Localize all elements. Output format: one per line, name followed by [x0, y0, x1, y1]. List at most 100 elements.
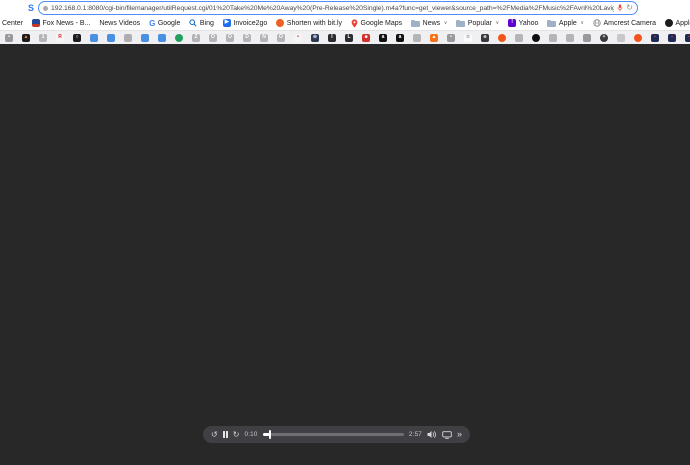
tab-favicon[interactable]: ▪: [668, 33, 676, 42]
mic-icon[interactable]: [617, 4, 623, 12]
tab-favicon[interactable]: Z: [192, 33, 200, 42]
bookmark-favicon: [665, 19, 673, 27]
tab-favicon[interactable]: [566, 33, 574, 42]
pip-display-icon[interactable]: [442, 430, 452, 439]
tab-favicon[interactable]: [549, 33, 557, 42]
progress-bar[interactable]: [262, 430, 404, 439]
bookmark-label: Shorten with bit.ly: [286, 19, 343, 27]
bookmark-item[interactable]: Popular ∨: [456, 19, 499, 27]
tab-favicon[interactable]: [532, 33, 540, 42]
bookmark-item[interactable]: Apple ∨: [547, 19, 584, 27]
tab-favicon[interactable]: [583, 33, 591, 42]
bookmark-item[interactable]: Shorten with bit.ly: [276, 19, 342, 27]
tab-favicon[interactable]: L: [345, 33, 353, 42]
tab-favicon[interactable]: [158, 33, 166, 42]
bookmark-favicon: [276, 19, 285, 27]
bookmark-label: Bing: [199, 19, 214, 27]
tab-favicon[interactable]: ▪: [651, 33, 659, 42]
tab-favicon[interactable]: ☻: [481, 33, 489, 42]
bookmark-item[interactable]: Fox News - B...: [32, 19, 90, 27]
chevron-down-icon: ∨: [580, 20, 584, 26]
tab-favicon[interactable]: [124, 33, 132, 42]
bookmark-label: Yahoo: [518, 19, 539, 27]
fox-news-icon: [32, 19, 41, 27]
volume-icon[interactable]: [427, 430, 437, 439]
tab-favicon[interactable]: ✦: [600, 33, 608, 42]
tab-favicon[interactable]: [515, 33, 523, 42]
tab-favicon[interactable]: [617, 33, 625, 42]
bookmark-label: Google: [157, 19, 181, 27]
elapsed-time: 0:10: [244, 431, 258, 438]
map-pin-icon: [351, 18, 358, 28]
bookmark-item[interactable]: ▶ Invoice2go: [222, 19, 268, 27]
progress-thumb[interactable]: [269, 430, 272, 439]
bookmark-label: Popular: [467, 19, 492, 27]
tab-favicon[interactable]: a: [396, 33, 404, 42]
bookmark-item[interactable]: Bing: [189, 19, 214, 27]
tab-favicon[interactable]: ▪: [685, 33, 690, 42]
folder-icon: [411, 19, 421, 27]
bookmark-item[interactable]: Apple: [665, 19, 690, 27]
tab-favicon[interactable]: N: [260, 33, 268, 42]
google-icon: G: [149, 18, 156, 28]
bookmark-favicon: !: [508, 19, 517, 27]
seek-forward-button[interactable]: ↻: [233, 430, 240, 439]
tab-favicon[interactable]: •: [447, 33, 455, 42]
tab-favicon[interactable]: D: [243, 33, 251, 42]
bookmark-label: News Videos: [99, 19, 141, 27]
bookmark-item[interactable]: G Google: [149, 19, 180, 28]
tab-favicon[interactable]: [90, 33, 98, 42]
bookmark-label: Apple: [558, 19, 577, 27]
tab-favicon[interactable]: [175, 33, 183, 42]
tab-favicon[interactable]: ▲: [22, 33, 30, 42]
tab-favicon[interactable]: 1: [39, 33, 47, 42]
more-controls-icon[interactable]: »: [457, 429, 462, 439]
bookmark-item[interactable]: ! Yahoo: [508, 19, 538, 27]
pause-button[interactable]: [222, 431, 228, 438]
bookmark-label: Apple: [675, 19, 690, 27]
bookmark-item[interactable]: News ∨: [411, 19, 447, 27]
tab-favicon[interactable]: [413, 33, 421, 42]
tab-favicon[interactable]: O: [209, 33, 217, 42]
tab-favicon[interactable]: [107, 33, 115, 42]
tab-favicon[interactable]: ⊕: [311, 33, 319, 42]
site-lock-icon: [43, 5, 48, 11]
browser-titlebar: S 192.168.0.1:8080/cgi-bin/filemanager/u…: [0, 0, 690, 16]
bookmark-label: Google Maps: [360, 19, 403, 27]
tab-favicon[interactable]: [141, 33, 149, 42]
bookmark-item[interactable]: Amcrest Camera: [593, 19, 656, 27]
bookmark-item[interactable]: News Videos: [99, 20, 140, 27]
tab-favicon[interactable]: ■: [362, 33, 370, 42]
url-field[interactable]: 192.168.0.1:8080/cgi-bin/filemanager/uti…: [38, 1, 638, 15]
bookmark-label: Fox News - B...: [42, 19, 91, 27]
bookmark-favicon: ▶: [222, 19, 231, 27]
tab-favicon[interactable]: ▲: [430, 33, 438, 42]
media-player-controls: ↺ ↻ 0:10 2:57 »: [203, 426, 470, 443]
tab-favicon[interactable]: •: [5, 33, 13, 42]
url-text[interactable]: 192.168.0.1:8080/cgi-bin/filemanager/uti…: [51, 5, 614, 12]
tab-favicon[interactable]: ○: [73, 33, 81, 42]
bookmark-label: News: [422, 19, 441, 27]
bookmark-item[interactable]: Center: [2, 20, 23, 27]
seek-back-button[interactable]: ↺: [211, 430, 218, 439]
bookmarks-bar: Center Fox News - B... News Videos G Google B…: [0, 16, 690, 30]
folder-icon: [547, 19, 557, 27]
reload-icon[interactable]: ↻: [626, 4, 633, 12]
window-mark: S: [28, 3, 35, 13]
bookmark-label: Center: [2, 19, 24, 27]
tab-favicon[interactable]: O: [277, 33, 285, 42]
tab-favicon-row: •▲1R○ZOODNO•⊕IL■aa▲•☆☻✦▪▪▪▪▪: [0, 30, 690, 44]
bookmark-item[interactable]: Google Maps: [351, 18, 403, 28]
tab-favicon[interactable]: R: [56, 33, 64, 42]
tab-favicon[interactable]: [498, 33, 506, 42]
tab-favicon[interactable]: •: [294, 33, 302, 42]
tab-favicon[interactable]: ☆: [464, 33, 472, 42]
folder-icon: [456, 19, 466, 27]
duration-time: 2:57: [408, 431, 422, 438]
tab-favicon[interactable]: I: [328, 33, 336, 42]
tab-favicon[interactable]: a: [379, 33, 387, 42]
bookmark-label: Invoice2go: [233, 19, 268, 27]
tab-favicon[interactable]: [634, 33, 642, 42]
tab-favicon[interactable]: O: [226, 33, 234, 42]
bookmark-label: Amcrest Camera: [603, 19, 656, 27]
